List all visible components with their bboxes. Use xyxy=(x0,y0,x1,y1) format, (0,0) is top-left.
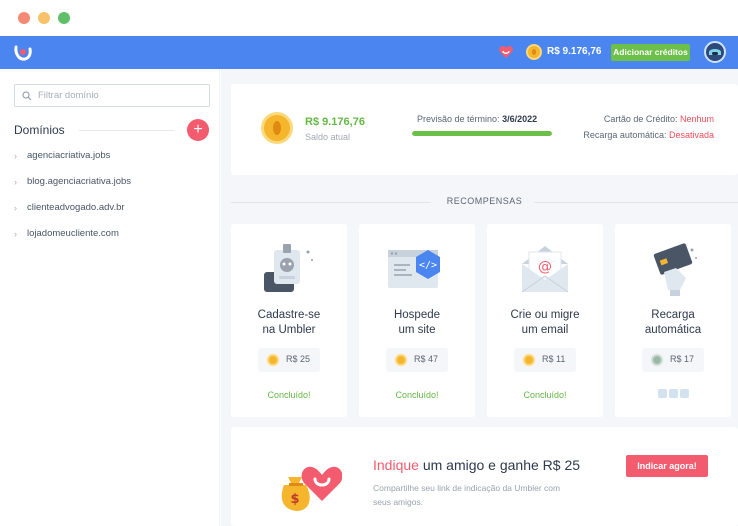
divider xyxy=(79,130,174,131)
umbler-logo-icon[interactable] xyxy=(12,41,34,63)
domains-title: Domínios xyxy=(14,123,65,137)
auto-recharge-value[interactable]: Desativada xyxy=(669,130,714,140)
forecast: Previsão de término: 3/6/2022 xyxy=(417,114,537,124)
refer-title-highlight: Indique xyxy=(373,457,419,473)
minimize-window-button[interactable] xyxy=(38,12,50,24)
add-domain-button[interactable]: + xyxy=(187,119,209,141)
chevron-right-icon: › xyxy=(14,203,17,213)
domain-item[interactable]: › clienteadvogado.adv.br xyxy=(14,202,214,216)
refer-title: Indique um amigo e ganhe R$ 25 xyxy=(373,457,580,473)
reward-price-value: R$ 11 xyxy=(542,354,566,364)
loading-dot xyxy=(680,389,689,398)
current-balance-label: Saldo atual xyxy=(305,132,351,142)
reward-title-line2: na Umbler xyxy=(262,324,316,336)
reward-title: Recarga automática xyxy=(615,308,731,338)
envelope-icon: @ xyxy=(521,246,569,293)
reward-title-line1: Cadastre-se xyxy=(257,309,321,321)
credit-card-icon xyxy=(653,243,697,296)
reward-price: R$ 47 xyxy=(386,348,448,372)
current-balance: R$ 9.176,76 xyxy=(305,116,365,128)
coin-icon xyxy=(651,354,663,366)
domain-label: lojadomeucliente.com xyxy=(27,228,119,239)
header-balance: R$ 9.176,76 xyxy=(547,46,602,57)
divider xyxy=(534,202,738,203)
reward-card-auto-recharge[interactable]: Recarga automática R$ 17 xyxy=(615,224,731,417)
domain-label: agenciacriativa.jobs xyxy=(27,150,111,161)
reward-title: Crie ou migre um email xyxy=(487,308,603,338)
reward-price: R$ 17 xyxy=(642,348,704,372)
reward-price: R$ 25 xyxy=(258,348,320,372)
domains-sidebar: Domínios + › agenciacriativa.jobs › blog… xyxy=(0,69,220,526)
refer-title-rest: um amigo e ganhe R$ 25 xyxy=(418,457,581,473)
credit-card-label: Cartão de Crédito: xyxy=(603,114,678,124)
maximize-window-button[interactable] xyxy=(58,12,70,24)
svg-text:$: $ xyxy=(290,492,299,507)
reward-price-value: R$ 47 xyxy=(414,354,439,364)
money-bag-heart-icon: $ xyxy=(281,466,342,511)
domain-item[interactable]: › lojadomeucliente.com xyxy=(14,228,214,242)
coin-icon xyxy=(261,112,293,144)
add-credits-button[interactable]: Adicionar créditos xyxy=(611,44,690,61)
refer-subtitle: Compartilhe seu link de indicação da Umb… xyxy=(373,483,561,507)
coin-icon xyxy=(395,354,407,366)
coin-icon xyxy=(267,354,279,366)
chevron-right-icon: › xyxy=(14,177,17,187)
domain-item[interactable]: › agenciacriativa.jobs xyxy=(14,150,214,164)
reward-price: R$ 11 xyxy=(514,348,576,372)
reward-card-email[interactable]: @ Crie ou migre um email R$ 11 Concluído… xyxy=(487,224,603,417)
domain-search xyxy=(14,84,210,107)
auto-recharge-label: Recarga automática: xyxy=(583,130,667,140)
loading-dot xyxy=(669,389,678,398)
credit-card-value[interactable]: Nenhum xyxy=(680,114,714,124)
main-content: R$ 9.176,76 Saldo atual Previsão de térm… xyxy=(221,69,738,526)
reward-title-line2: um email xyxy=(521,324,569,336)
domain-search-input[interactable] xyxy=(38,88,203,103)
reward-status: Concluído! xyxy=(267,390,311,400)
reward-status: Concluído! xyxy=(523,390,567,400)
forecast-progress-fill xyxy=(412,131,552,136)
heart-rewards-icon[interactable] xyxy=(498,44,514,60)
loading-indicator xyxy=(658,389,690,399)
rewards-section-title: RECOMPENSAS xyxy=(446,196,523,206)
reward-title: Cadastre-se na Umbler xyxy=(231,308,347,338)
top-navbar: R$ 9.176,76 Adicionar créditos xyxy=(0,36,738,69)
auto-recharge-status: Recarga automática: Desativada xyxy=(583,130,714,140)
app-window: R$ 9.176,76 Adicionar créditos Domínios … xyxy=(0,0,738,526)
reward-title-line1: Crie ou migre xyxy=(510,309,580,321)
reward-card-hosting[interactable]: </> Hospede um site R$ 47 Concluído! xyxy=(359,224,475,417)
reward-price-value: R$ 17 xyxy=(670,354,695,364)
reward-title-line2: automática xyxy=(644,324,702,336)
reward-title-line1: Recarga xyxy=(651,309,695,321)
domain-label: blog.agenciacriativa.jobs xyxy=(27,176,132,187)
window-titlebar xyxy=(0,0,738,36)
close-window-button[interactable] xyxy=(18,12,30,24)
svg-text:</>: </> xyxy=(419,260,437,271)
search-icon xyxy=(22,91,32,101)
domain-item[interactable]: › blog.agenciacriativa.jobs xyxy=(14,176,214,190)
chevron-right-icon: › xyxy=(14,229,17,239)
code-window-icon: </> xyxy=(388,250,440,288)
user-avatar[interactable] xyxy=(704,41,726,63)
reward-title-line1: Hospede xyxy=(393,309,441,321)
forecast-label: Previsão de término: xyxy=(417,114,500,124)
badge-icon xyxy=(264,244,313,292)
svg-text:@: @ xyxy=(538,259,552,275)
domain-label: clienteadvogado.adv.br xyxy=(27,202,125,213)
reward-title: Hospede um site xyxy=(359,308,475,338)
reward-card-signup[interactable]: Cadastre-se na Umbler R$ 25 Concluído! xyxy=(231,224,347,417)
reward-title-line2: um site xyxy=(398,324,436,336)
forecast-progress-bar xyxy=(412,131,552,136)
coin-icon xyxy=(523,354,535,366)
credit-card-status: Cartão de Crédito: Nenhum xyxy=(604,114,714,124)
refer-card: $ Indique um amigo e ganhe R$ 25 Compart… xyxy=(231,427,738,526)
reward-status: Concluído! xyxy=(395,390,439,400)
chevron-right-icon: › xyxy=(14,151,17,161)
loading-dot xyxy=(658,389,667,398)
reward-price-value: R$ 25 xyxy=(286,354,311,364)
coin-icon xyxy=(526,44,542,60)
forecast-date: 3/6/2022 xyxy=(502,114,538,124)
refer-now-button[interactable]: Indicar agora! xyxy=(626,455,708,477)
balance-card: R$ 9.176,76 Saldo atual Previsão de térm… xyxy=(231,84,738,175)
